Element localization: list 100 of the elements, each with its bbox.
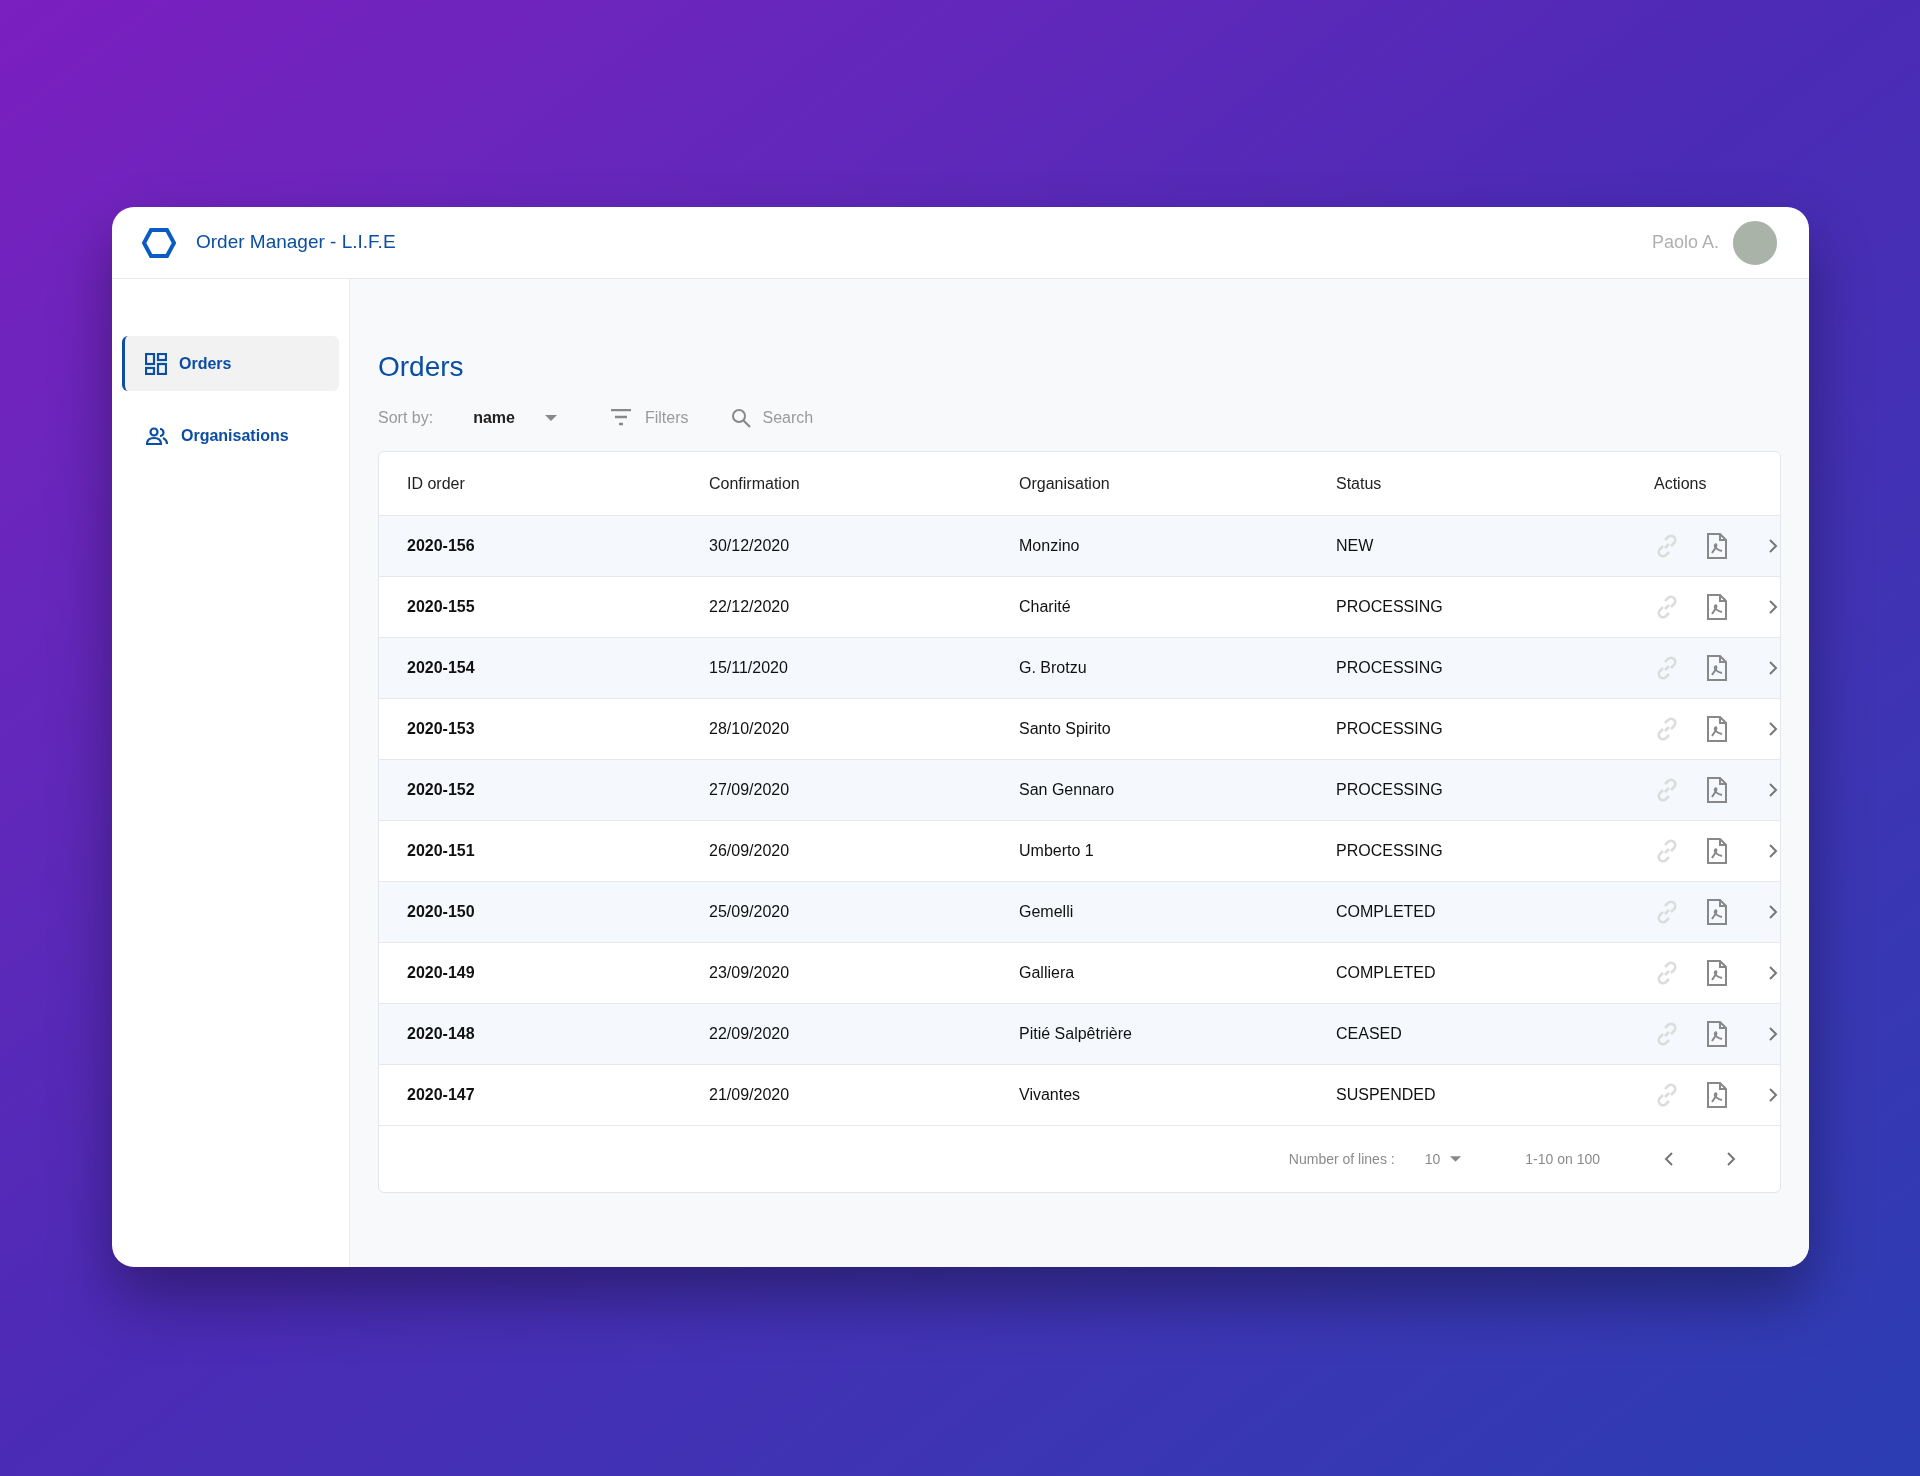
open-order-button[interactable] [1768, 1026, 1778, 1042]
lines-per-page-label: Number of lines : [1288, 1149, 1395, 1169]
pdf-document-icon [1706, 655, 1728, 681]
search-icon [730, 408, 751, 428]
organisation-name: Monzino [1019, 536, 1081, 556]
open-order-button[interactable] [1768, 660, 1778, 676]
organisation-name: Vivantes [1019, 1085, 1082, 1105]
chevron-right-icon [1768, 1087, 1778, 1103]
confirmation-date: 15/11/2020 [709, 658, 789, 678]
pdf-button[interactable] [1706, 594, 1728, 620]
pdf-button[interactable] [1706, 777, 1728, 803]
order-status: NEW [1336, 536, 1375, 556]
open-order-button[interactable] [1768, 904, 1778, 920]
column-header: Status [1336, 473, 1383, 494]
pdf-button[interactable] [1706, 716, 1728, 742]
chevron-right-icon [1768, 843, 1778, 859]
pdf-document-icon [1706, 899, 1728, 925]
order-status: COMPLETED [1336, 963, 1437, 983]
chevron-right-icon [1768, 599, 1778, 615]
order-id: 2020-152 [407, 780, 476, 800]
column-header: Organisation [1019, 473, 1111, 494]
order-status: PROCESSING [1336, 658, 1444, 678]
pdf-button[interactable] [1706, 838, 1728, 864]
caret-icon [544, 415, 557, 421]
organisation-name: Charité [1019, 597, 1072, 617]
order-id: 2020-151 [407, 841, 476, 861]
column-header: ID order [407, 473, 466, 494]
order-status: PROCESSING [1336, 841, 1444, 861]
lines-per-page-dropdown[interactable]: 10 [1424, 1148, 1462, 1170]
open-order-button[interactable] [1768, 782, 1778, 798]
user-name: Paolo A. [1651, 231, 1719, 254]
order-id: 2020-148 [407, 1024, 476, 1044]
chevron-right-icon [1768, 965, 1778, 981]
open-order-button[interactable] [1768, 538, 1778, 554]
organisation-name: San Gennaro [1019, 780, 1116, 800]
table-row[interactable]: 2020-148 22/09/2020 Pitié Salpêtrière CEASED [379, 1004, 1780, 1065]
order-id: 2020-154 [407, 658, 476, 678]
order-status: PROCESSING [1336, 719, 1444, 739]
chevron-left-icon [1664, 1151, 1674, 1167]
pdf-document-icon [1706, 716, 1728, 742]
order-status: PROCESSING [1336, 780, 1444, 800]
pdf-document-icon [1706, 838, 1728, 864]
confirmation-date: 22/12/2020 [709, 597, 791, 617]
pdf-button[interactable] [1706, 899, 1728, 925]
confirmation-date: 28/10/2020 [709, 719, 791, 739]
page-range: 1-10 on 100 [1525, 1149, 1600, 1169]
people-icon [145, 426, 169, 445]
sidebar-item[interactable]: Orders [122, 336, 339, 391]
confirmation-date: 22/09/2020 [709, 1024, 791, 1044]
sidebar-item[interactable]: Organisations [122, 408, 339, 463]
dashboard-icon [145, 352, 167, 375]
chevron-right-icon [1768, 782, 1778, 798]
chevron-right-icon [1768, 660, 1778, 676]
chevron-right-icon [1768, 721, 1778, 737]
table-row[interactable]: 2020-150 25/09/2020 Gemelli COMPLETED [379, 882, 1780, 943]
confirmation-date: 26/09/2020 [709, 841, 791, 861]
order-status: PROCESSING [1336, 597, 1444, 617]
search-field[interactable]: Search [762, 406, 883, 430]
pdf-document-icon [1706, 594, 1728, 620]
order-status: SUSPENDED [1336, 1085, 1437, 1105]
pdf-document-icon [1706, 960, 1728, 986]
open-order-button[interactable] [1768, 721, 1778, 737]
table-row[interactable]: 2020-154 15/11/2020 G. Brotzu PROCESSING [379, 638, 1780, 699]
pdf-document-icon [1706, 1021, 1728, 1047]
order-id: 2020-156 [407, 536, 476, 556]
order-id: 2020-153 [407, 719, 476, 739]
confirmation-date: 30/12/2020 [709, 536, 791, 556]
chevron-right-icon [1768, 538, 1778, 554]
open-order-button[interactable] [1768, 1087, 1778, 1103]
chevron-right-icon [1768, 904, 1778, 920]
organisation-name: Gemelli [1019, 902, 1075, 922]
organisation-name: G. Brotzu [1019, 658, 1088, 678]
open-order-button[interactable] [1768, 843, 1778, 859]
column-header: Confirmation [709, 473, 801, 494]
page-title: Orders [378, 350, 465, 384]
table-row[interactable]: 2020-152 27/09/2020 San Gennaro PROCESSING [379, 760, 1780, 821]
confirmation-date: 23/09/2020 [709, 963, 791, 983]
pdf-button[interactable] [1706, 1021, 1728, 1047]
column-header: Actions [1654, 473, 1708, 494]
organisation-name: Umberto 1 [1019, 841, 1095, 861]
pdf-document-icon [1706, 1082, 1728, 1108]
organisation-name: Santo Spirito [1019, 719, 1112, 739]
pdf-button[interactable] [1706, 1082, 1728, 1108]
open-order-button[interactable] [1768, 599, 1778, 615]
open-order-button[interactable] [1768, 965, 1778, 981]
pdf-button[interactable] [1706, 533, 1728, 559]
pdf-button[interactable] [1706, 655, 1728, 681]
pdf-button[interactable] [1706, 960, 1728, 986]
organisation-name: Galliera [1019, 963, 1076, 983]
order-status: CEASED [1336, 1024, 1403, 1044]
confirmation-date: 25/09/2020 [709, 902, 791, 922]
chevron-right-icon [1726, 1151, 1736, 1167]
filter-icon [610, 409, 631, 427]
order-id: 2020-150 [407, 902, 476, 922]
confirmation-date: 27/09/2020 [709, 780, 791, 800]
table-row[interactable]: 2020-156 30/12/2020 Monzino NEW [379, 516, 1780, 577]
organisation-name: Pitié Salpêtrière [1019, 1024, 1133, 1044]
order-id: 2020-155 [407, 597, 476, 617]
pdf-document-icon [1706, 533, 1728, 559]
sort-dropdown[interactable]: name [473, 406, 557, 430]
